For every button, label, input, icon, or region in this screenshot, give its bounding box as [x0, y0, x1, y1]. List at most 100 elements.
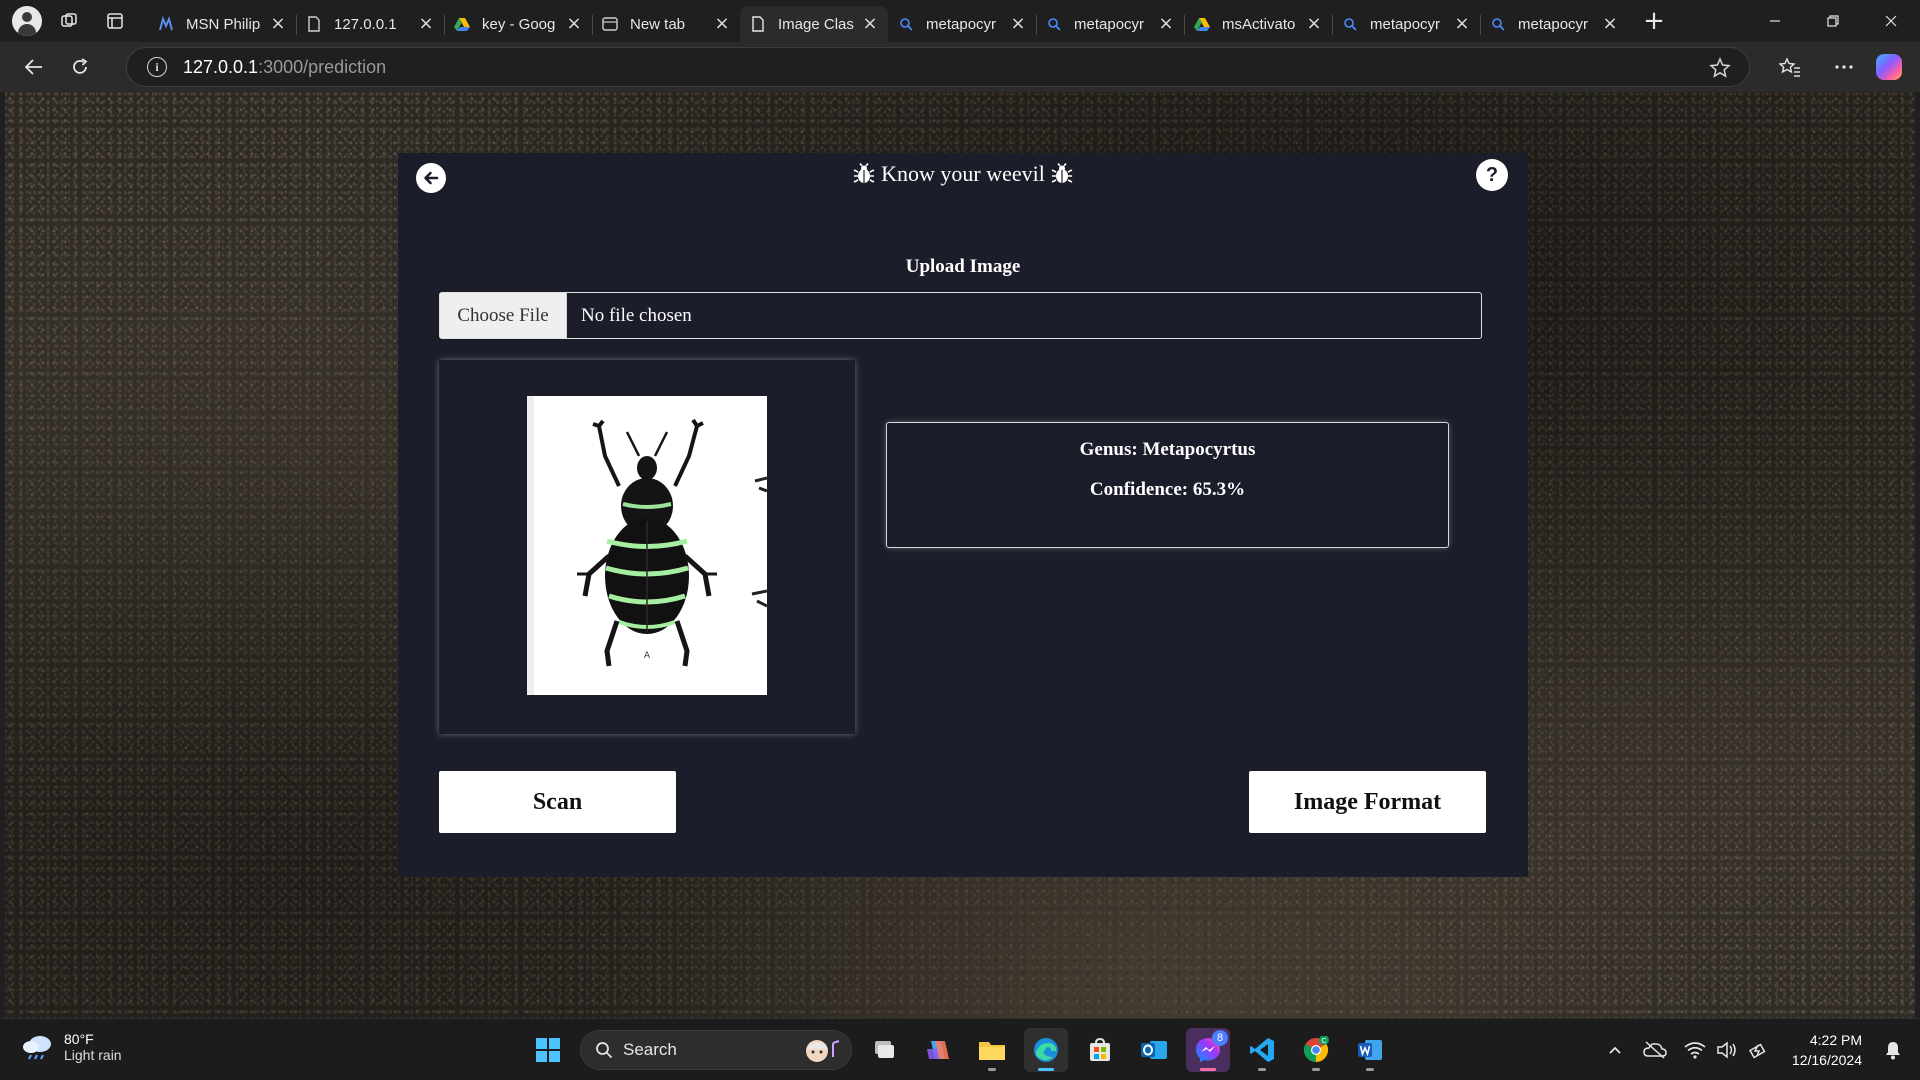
close-tab-icon[interactable]: × — [1306, 15, 1322, 33]
chrome-icon[interactable]: C — [1294, 1028, 1338, 1072]
minimize-icon[interactable] — [1746, 0, 1804, 42]
running-indicator — [1312, 1068, 1320, 1071]
title-text: Know your weevil — [881, 161, 1045, 186]
search-highlight-icon — [806, 1040, 840, 1062]
more-options-icon[interactable] — [1822, 47, 1866, 87]
favorites-icon[interactable] — [1768, 47, 1812, 87]
svg-text:C: C — [1321, 1038, 1326, 1045]
close-tab-icon[interactable]: × — [1010, 15, 1026, 33]
close-tab-icon[interactable]: × — [714, 15, 730, 33]
task-view-icon[interactable] — [862, 1028, 906, 1072]
vscode-icon[interactable] — [1240, 1028, 1284, 1072]
chevron-up-icon[interactable] — [1600, 1035, 1630, 1065]
tab-list: MSN Philip × 127.0.0.1 × key - Goog × Ne… — [148, 0, 1628, 42]
tab-localhost[interactable]: 127.0.0.1 × — [296, 6, 444, 42]
outlook-icon[interactable] — [1132, 1028, 1176, 1072]
tab-msn[interactable]: MSN Philip × — [148, 6, 296, 42]
tab-search-2[interactable]: metapocyr × — [1036, 6, 1184, 42]
browser-tab-strip: MSN Philip × 127.0.0.1 × key - Goog × Ne… — [0, 0, 1920, 42]
weather-condition: Light rain — [64, 1047, 122, 1063]
edge-browser-icon[interactable] — [1024, 1028, 1068, 1072]
copilot-taskbar-icon[interactable] — [916, 1028, 960, 1072]
result-confidence: Confidence: 65.3% — [1089, 479, 1246, 500]
vertical-tabs-icon[interactable] — [96, 5, 134, 37]
file-status: No file chosen — [581, 304, 692, 326]
msn-icon — [158, 16, 174, 32]
taskbar-search[interactable]: Search — [580, 1030, 852, 1070]
close-window-icon[interactable] — [1862, 0, 1920, 42]
close-tab-icon[interactable]: × — [270, 15, 286, 33]
prediction-result: Genus: Metapocyrtus Confidence: 65.3% — [886, 422, 1449, 548]
taskbar-apps: Search 8 C — [526, 1028, 1392, 1072]
refresh-icon[interactable] — [60, 47, 100, 87]
google-drive-icon — [1194, 16, 1210, 32]
word-icon[interactable] — [1348, 1028, 1392, 1072]
image-format-button[interactable]: Image Format — [1249, 771, 1486, 833]
windows-taskbar: 80°F Light rain Search 8 C 4:22 PM 12/16… — [0, 1018, 1920, 1080]
copilot-icon[interactable] — [1876, 54, 1902, 80]
weather-temperature: 80°F — [64, 1031, 94, 1047]
tab-search-1[interactable]: metapocyr × — [888, 6, 1036, 42]
tab-title: Image Clas — [778, 15, 854, 33]
tab-google-drive-key[interactable]: key - Goog × — [444, 6, 592, 42]
page-icon — [750, 16, 766, 32]
tab-search-4[interactable]: metapocyr × — [1480, 6, 1628, 42]
running-indicator — [1366, 1068, 1374, 1071]
document-icon — [306, 16, 322, 32]
weather-widget[interactable]: 80°F Light rain — [22, 1031, 122, 1063]
tab-title: 127.0.0.1 — [334, 15, 397, 33]
tab-title: MSN Philip — [186, 15, 261, 33]
search-icon — [1342, 16, 1358, 32]
site-info-icon[interactable]: i — [147, 57, 167, 77]
search-placeholder: Search — [623, 1040, 677, 1059]
page-title: Know your weevil — [398, 161, 1528, 187]
windows-start-icon[interactable] — [526, 1028, 570, 1072]
active-indicator — [1200, 1068, 1216, 1071]
close-tab-icon[interactable]: × — [1454, 15, 1470, 33]
page-viewport: Know your weevil ? Upload Image Choose F… — [5, 92, 1915, 1018]
clock-date: 12/16/2024 — [1791, 1052, 1862, 1068]
close-tab-icon[interactable]: × — [418, 15, 434, 33]
file-input[interactable]: Choose File No file chosen — [439, 292, 1482, 339]
workspaces-icon[interactable] — [50, 5, 88, 37]
close-tab-icon[interactable]: × — [1158, 15, 1174, 33]
restore-icon[interactable] — [1804, 0, 1862, 42]
new-tab-button[interactable]: + — [1636, 5, 1672, 37]
notification-bell-icon[interactable] — [1878, 1035, 1908, 1065]
file-explorer-icon[interactable] — [970, 1028, 1014, 1072]
battery-charging-icon[interactable] — [1744, 1035, 1774, 1065]
clock[interactable]: 4:22 PM 12/16/2024 — [1792, 1030, 1862, 1070]
tab-title: msActivato — [1222, 15, 1296, 33]
back-arrow-icon[interactable] — [14, 47, 54, 87]
close-tab-icon[interactable]: × — [1602, 15, 1618, 33]
tab-new-tab[interactable]: New tab × — [592, 6, 740, 42]
microsoft-store-icon[interactable] — [1078, 1028, 1122, 1072]
onedrive-offline-icon[interactable] — [1640, 1035, 1670, 1065]
close-tab-icon[interactable]: × — [566, 15, 582, 33]
scan-button[interactable]: Scan — [439, 771, 676, 833]
tab-title: New tab — [630, 15, 686, 33]
tab-google-drive-msactivator[interactable]: msActivato × — [1184, 6, 1332, 42]
tab-title: metapocyr — [1074, 15, 1145, 33]
system-tray: 4:22 PM 12/16/2024 — [1598, 1019, 1920, 1080]
bug-icon — [1051, 163, 1073, 183]
active-indicator — [1038, 1068, 1054, 1071]
messenger-badge: 8 — [1212, 1030, 1228, 1046]
tab-search-3[interactable]: metapocyr × — [1332, 6, 1480, 42]
url-text[interactable]: 127.0.0.1:3000/prediction — [183, 57, 386, 78]
address-bar[interactable]: i 127.0.0.1:3000/prediction — [126, 47, 1750, 87]
wifi-icon[interactable] — [1680, 1035, 1710, 1065]
toolbar-right — [1768, 42, 1920, 92]
clock-time: 4:22 PM — [1809, 1032, 1862, 1048]
tab-image-classifier[interactable]: Image Clas × — [740, 6, 888, 42]
messenger-icon[interactable]: 8 — [1186, 1028, 1230, 1072]
upload-label: Upload Image — [905, 256, 1021, 277]
close-tab-icon[interactable]: × — [862, 15, 878, 33]
profile-avatar[interactable] — [12, 6, 42, 36]
help-button[interactable]: ? — [1476, 159, 1508, 191]
volume-icon[interactable] — [1712, 1035, 1742, 1065]
favorite-star-icon[interactable] — [1709, 57, 1731, 83]
running-indicator — [988, 1068, 996, 1071]
choose-file-button[interactable]: Choose File — [440, 293, 567, 338]
app-card: Know your weevil ? Upload Image Choose F… — [398, 153, 1528, 877]
